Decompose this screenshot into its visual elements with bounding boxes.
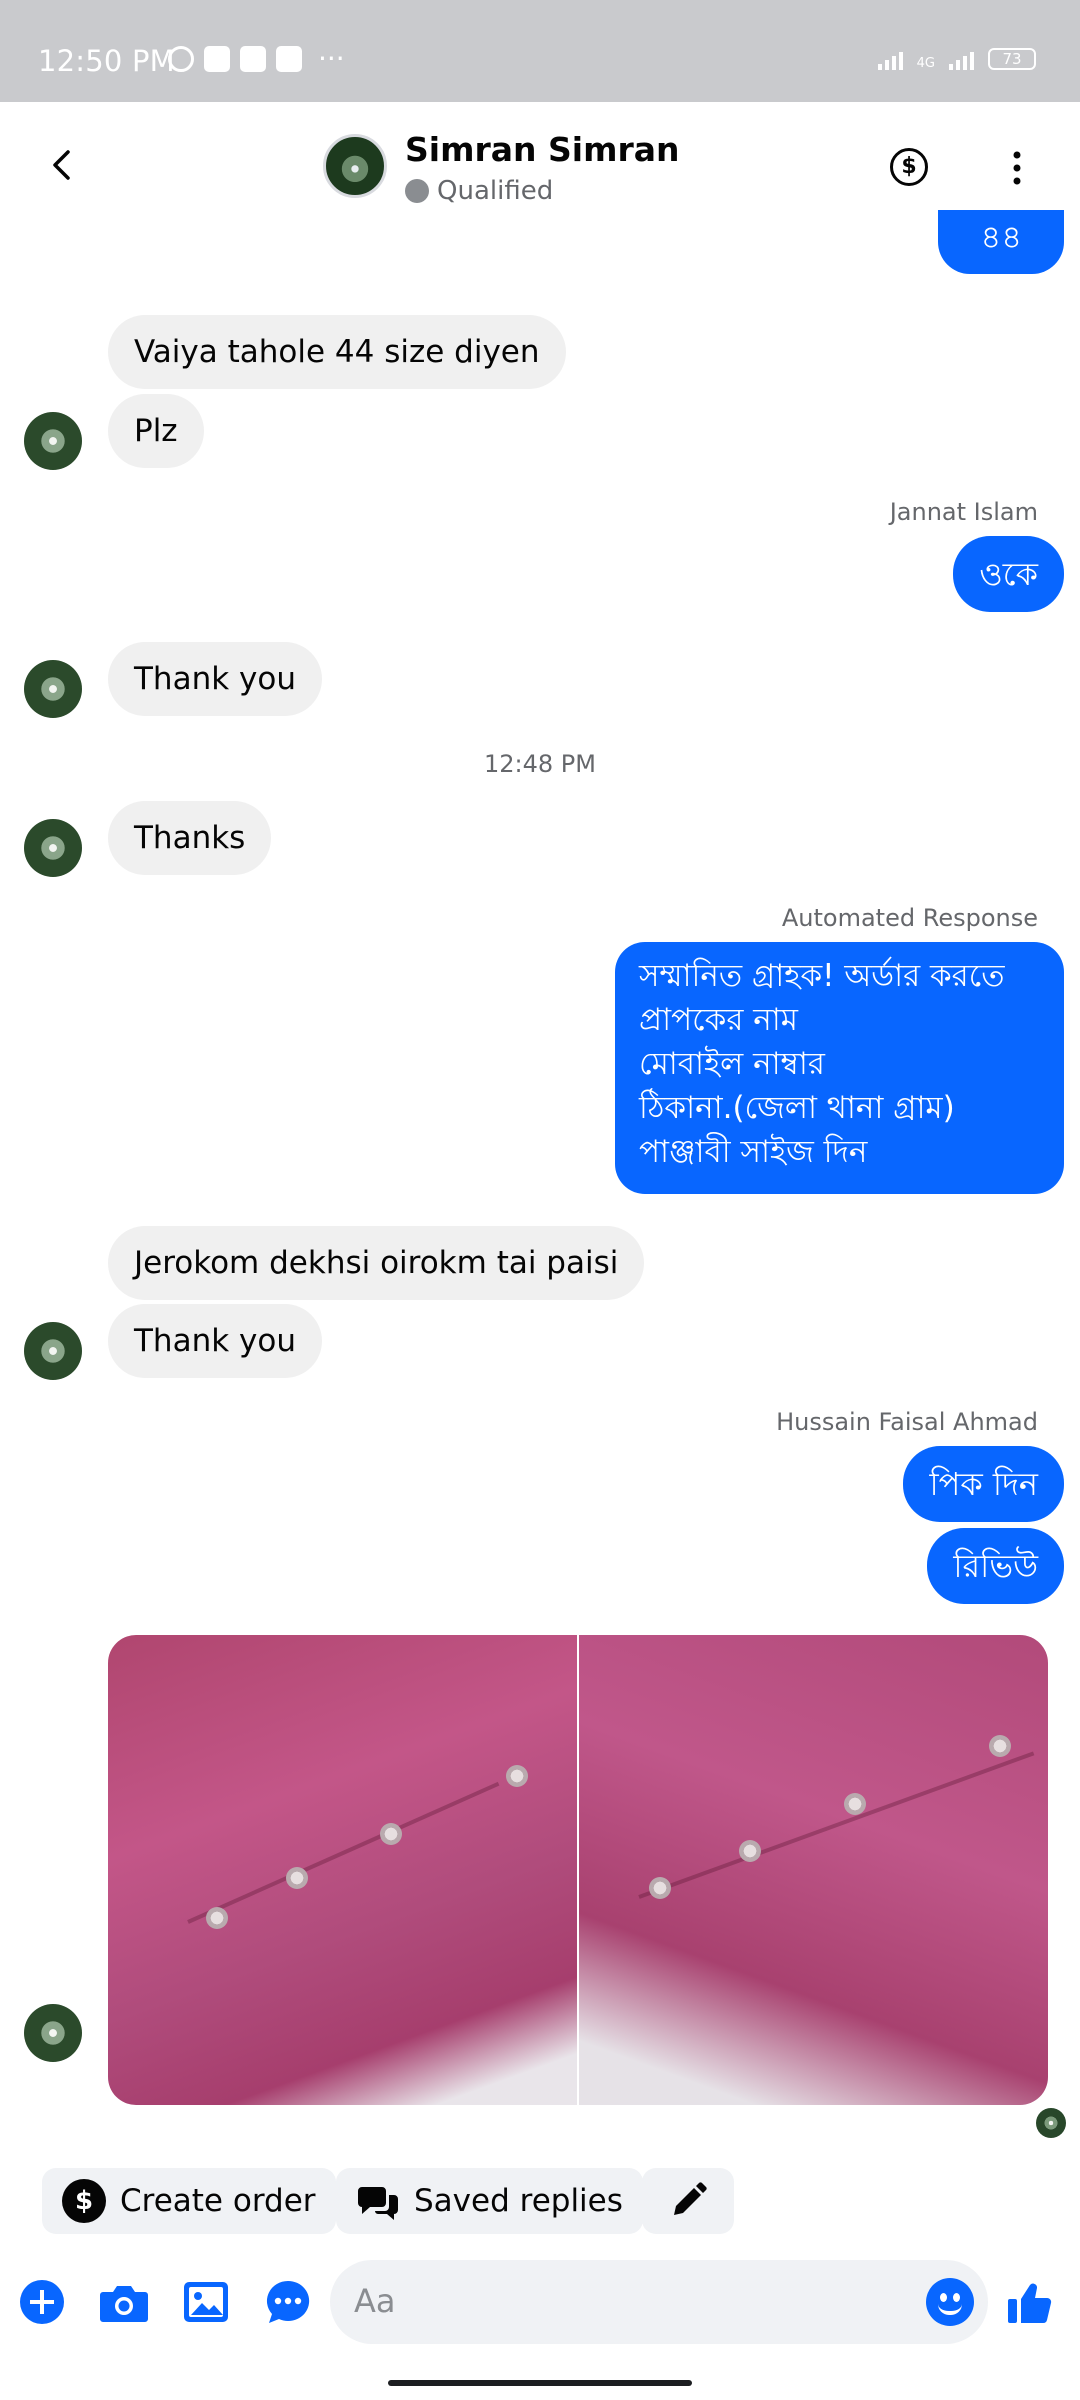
create-order-button[interactable]: $ Create order [42, 2168, 336, 2234]
system-indicators: 4G 73 [877, 48, 1036, 71]
sender-name: Hussain Faisal Ahmad [776, 1408, 1038, 1436]
edit-button[interactable] [642, 2168, 734, 2234]
outgoing-message[interactable]: ওকে [953, 536, 1064, 612]
product-photo[interactable] [579, 1635, 1048, 2105]
play-store-icon [276, 46, 302, 72]
sender-name: Jannat Islam [889, 498, 1038, 526]
plus-icon[interactable] [14, 2274, 70, 2330]
outgoing-message[interactable]: ৪৪ [938, 210, 1064, 274]
app-notification-icon [204, 46, 230, 72]
network-type: 4G [916, 56, 935, 71]
status-bar: 12:50 PM ··· 4G 73 [0, 0, 1080, 102]
more-notifications-icon: ··· [318, 42, 345, 75]
contact-status-label: Qualified [437, 176, 554, 206]
like-icon[interactable] [1002, 2274, 1058, 2330]
dollar-icon: $ [62, 2179, 106, 2223]
sender-avatar[interactable] [24, 660, 82, 718]
saved-replies-icon [358, 2187, 398, 2220]
outgoing-message[interactable]: রিভিউ [927, 1528, 1064, 1604]
status-dot-icon [405, 179, 429, 203]
emoji-icon[interactable] [926, 2278, 974, 2326]
message-input-placeholder: Aa [354, 2282, 396, 2320]
dollar-icon[interactable]: $ [890, 148, 928, 186]
home-indicator[interactable] [388, 2380, 692, 2386]
product-photo[interactable] [108, 1635, 577, 2105]
incoming-message[interactable]: Plz [108, 394, 204, 468]
incoming-message[interactable]: Thanks [108, 801, 272, 875]
back-arrow-icon[interactable] [44, 147, 80, 183]
camera-icon[interactable] [96, 2274, 152, 2330]
status-time: 12:50 PM [38, 44, 175, 78]
outgoing-message[interactable]: পিক দিন [903, 1446, 1064, 1522]
edit-icon [674, 2182, 707, 2215]
automated-response-message[interactable]: সম্মানিত গ্রাহক! অর্ডার করতে প্রাপকের না… [615, 942, 1064, 1194]
signal-icon [877, 48, 903, 70]
contact-name[interactable]: Simran Simran [405, 130, 680, 169]
notification-icons: ··· [168, 42, 345, 75]
time-divider: 12:48 PM [484, 750, 596, 778]
message-line: প্রাপকের নাম [639, 1002, 798, 1038]
contact-avatar[interactable] [323, 134, 387, 198]
saved-replies-label: Saved replies [414, 2183, 623, 2219]
message-line: মোবাইল নাম্বার [639, 1046, 825, 1082]
read-receipt-avatar [1036, 2108, 1066, 2138]
create-order-label: Create order [120, 2183, 316, 2219]
app-notification-icon [240, 46, 266, 72]
incoming-message[interactable]: Thank you [108, 1304, 322, 1378]
sender-avatar[interactable] [24, 1322, 82, 1380]
sender-name: Automated Response [781, 904, 1038, 932]
gallery-icon[interactable] [178, 2274, 234, 2330]
incoming-message[interactable]: Vaiya tahole 44 size diyen [108, 315, 566, 389]
sender-avatar[interactable] [24, 2004, 82, 2062]
sender-avatar[interactable] [24, 412, 82, 470]
image-attachment[interactable] [108, 1635, 1048, 2105]
battery-icon: 73 [988, 48, 1036, 70]
message-line: সম্মানিত গ্রাহক! অর্ডার করতে [639, 958, 1005, 994]
alarm-icon [168, 46, 194, 72]
message-input[interactable]: Aa [330, 2260, 988, 2344]
more-vertical-icon[interactable] [1005, 150, 1029, 186]
chat-header: Simran Simran Qualified $ [0, 102, 1080, 230]
signal-icon-2 [949, 48, 974, 70]
contact-status[interactable]: Qualified [405, 176, 553, 206]
message-line: ঠিকানা.(জেলা থানা গ্রাম) [639, 1090, 955, 1126]
saved-replies-button[interactable]: Saved replies [336, 2168, 643, 2234]
incoming-message[interactable]: Jerokom dekhsi oirokm tai paisi [108, 1226, 645, 1300]
message-list[interactable]: ৪৪ Vaiya tahole 44 size diyen Plz Jannat… [0, 210, 1080, 2138]
chat-bubble-icon[interactable] [260, 2274, 316, 2330]
message-composer: Aa [0, 2260, 1080, 2344]
incoming-message[interactable]: Thank you [108, 642, 322, 716]
sender-avatar[interactable] [24, 819, 82, 877]
message-line: পাঞ্জাবী সাইজ দিন [639, 1134, 868, 1170]
